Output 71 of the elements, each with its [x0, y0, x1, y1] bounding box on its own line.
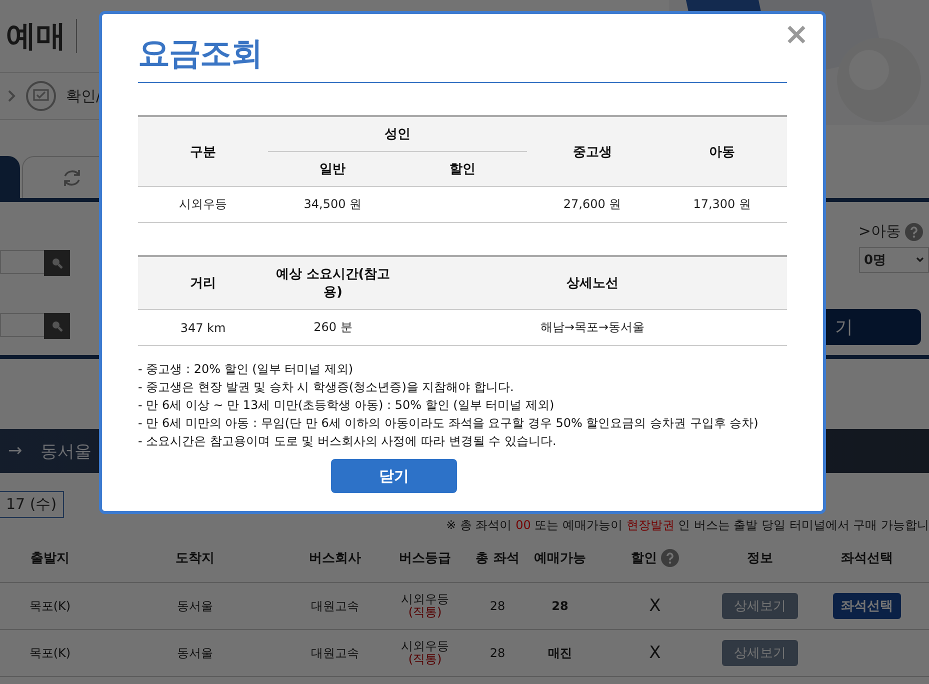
table-cell-text: 동서울 [176, 644, 214, 662]
note-text: - 만 6세 미만의 아동 : 무임(단 만 6세 이하의 아동이라도 좌석을 요구할 경우 50% 할인요금의 승차권 구입후 승차) [138, 415, 760, 431]
table-cell-text: 28 [550, 599, 570, 613]
column-header: 중고생 [527, 116, 658, 186]
search-button[interactable] [44, 250, 70, 276]
details-button[interactable]: 상세보기 [722, 640, 798, 666]
table-cell: 34,500 원 [268, 186, 398, 222]
column-header: 예매가능 [533, 550, 587, 567]
column-header: 총 좌석 [474, 550, 520, 567]
table-cell-text: 목포(K) [28, 598, 72, 614]
arrow-glyph: → [8, 441, 22, 461]
chevron-down-icon [916, 257, 924, 263]
column-header: 예상 소요시간(참고용) [268, 256, 398, 310]
column-header: 성인 [268, 116, 528, 152]
chevron-right-icon [8, 90, 16, 102]
child-label: >아동 [858, 222, 901, 241]
column-header: 거리 [138, 256, 268, 310]
note-text: - 만 6세 이상 ~ 만 13세 미만(초등학생 아동) : 50% 할인 (일부 터미널 제외) [138, 397, 556, 413]
notice-text: ※ 총 좌석이 00 또는 예매가능이 현장발권 인 버스는 출발 당일 터미널에서 구매 가능합니 [446, 517, 929, 534]
column-header: 버스회사 [308, 550, 362, 567]
table-cell-text: 대원고속 [310, 598, 360, 614]
column-header: 버스등급 [398, 550, 452, 567]
table-cell-text: 동서울 [176, 598, 214, 614]
select-seat-button[interactable]: 좌석선택 [833, 593, 901, 619]
column-header: 상세노선 [398, 256, 787, 310]
column-header: 정보 [746, 550, 774, 567]
destination-label: 동서울 [40, 440, 92, 462]
column-header: 아동 [657, 116, 787, 186]
search-icon [51, 320, 63, 332]
table-cell: 해남→목포→동서울 [398, 310, 787, 346]
table-cell: 시외우등 [401, 640, 449, 653]
note-text: - 중고생은 현장 발권 및 승차 시 학생증(청소년증)을 지참해야 합니다. [138, 379, 515, 395]
grade-note: (직통) [408, 653, 442, 666]
column-header: 일반 [268, 152, 398, 186]
details-button[interactable]: 상세보기 [722, 593, 798, 619]
note-text: - 중고생 : 20% 할인 (일부 터미널 제외) [138, 361, 354, 377]
grade-note: (직통) [408, 606, 442, 619]
column-header: 출발지 [30, 550, 70, 567]
column-header: 도착지 [174, 550, 216, 567]
table-cell-text: 매진 [547, 644, 573, 662]
logo: 예매 [6, 18, 66, 56]
table-cell-text: 28 [488, 599, 506, 613]
monitor-check-icon [26, 81, 56, 111]
table-cell: 260 분 [268, 310, 398, 346]
search-button[interactable] [44, 313, 70, 339]
table-cell: 시외우등 [401, 593, 449, 606]
table-cell-text: 대원고속 [310, 644, 360, 662]
table-cell: 347 km [138, 310, 268, 346]
input-field[interactable] [0, 250, 44, 274]
table-cell: 27,600 원 [527, 186, 658, 222]
child-count-select[interactable]: 0명 [859, 247, 929, 273]
help-icon[interactable] [661, 549, 679, 567]
column-header: 좌석선택 [840, 550, 894, 567]
column-header: 할인 [398, 152, 528, 186]
table-cell-text: X [648, 596, 662, 616]
date-tab[interactable]: 17 (수) [0, 491, 64, 518]
table-cell: 17,300 원 [657, 186, 787, 222]
search-icon [51, 257, 63, 269]
tab[interactable] [0, 156, 20, 198]
note-text: - 소요시간은 참고용이며 도로 및 버스회사의 사정에 따라 변경될 수 있습니다. [138, 433, 558, 449]
table-cell-text: 목포(K) [28, 644, 72, 662]
input-field[interactable] [0, 313, 44, 337]
close-button[interactable]: 닫기 [331, 459, 457, 493]
dialog-title: 요금조회 [138, 32, 787, 83]
help-icon[interactable] [905, 222, 923, 240]
column-header: 할인 [631, 550, 657, 567]
table-cell: 시외우등 [138, 186, 268, 222]
table-cell-text: 28 [488, 646, 506, 660]
column-header: 구분 [138, 116, 268, 186]
breadcrumb-label: 확인/ [66, 86, 102, 106]
table-cell-text: X [648, 643, 662, 663]
